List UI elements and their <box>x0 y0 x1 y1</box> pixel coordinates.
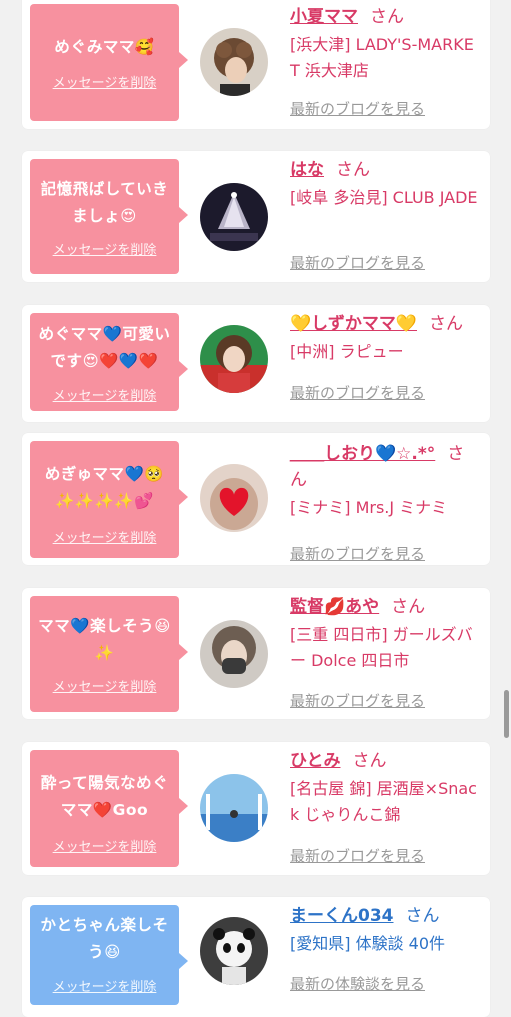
shop-name: [岐阜 多治見] CLUB JADE <box>290 188 478 207</box>
honorific: さん <box>336 160 370 180</box>
message-bubble: ママ💙楽しそう😆✨ メッセージを削除 <box>30 596 188 712</box>
avatar-woman-selfie-image <box>200 325 268 393</box>
message-bubble: めぐみママ🥰 メッセージを削除 <box>30 4 188 121</box>
message-bubble: めぐママ💙可愛いです😍❤️💙❤️ メッセージを削除 <box>30 313 188 411</box>
message-bubble: かとちゃん楽しそう😆 メッセージを削除 <box>30 905 188 1005</box>
honorific: さん <box>429 314 463 334</box>
delete-message-link[interactable]: メッセージを削除 <box>30 676 179 695</box>
sender-info: 監督💋あや さん [三重 四日市] ガールズバー Dolce 四日市 最新のブログ… <box>290 594 480 710</box>
sender-name-link[interactable]: まーくん034 <box>290 906 394 926</box>
sender-info: はな さん [岐阜 多治見] CLUB JADE 最新のブログを見る <box>290 157 480 272</box>
message-text: ママ💙楽しそう😆✨ <box>38 617 171 662</box>
sender-name-link[interactable]: 小夏ママ <box>290 7 358 27</box>
list-item: ママ💙楽しそう😆✨ メッセージを削除 監督💋あや さん [三重 四日市] ガールズ… <box>22 588 490 719</box>
shop-name: [名古屋 錦] 居酒屋×Snack じゃりんこ錦 <box>290 779 477 824</box>
delete-message-link[interactable]: メッセージを削除 <box>30 836 179 855</box>
list-item: めぎゅママ💙🥺✨✨✨✨💕 メッセージを削除 ＿＿しおり💙☆.*° さん [ミナミ]… <box>22 433 490 565</box>
shop-name: [ミナミ] Mrs.J ミナミ <box>290 498 448 517</box>
honorific: さん <box>405 906 440 926</box>
sender-info: 💛しずかママ💛 さん [中洲] ラピュー 最新のブログを見る <box>290 311 480 402</box>
message-bubble: 酔って陽気なめぐママ❤️Goo メッセージを削除 <box>30 750 188 867</box>
message-text: かとちゃん楽しそう😆 <box>40 916 169 961</box>
latest-blog-link[interactable]: 最新のブログを見る <box>290 690 425 711</box>
list-item: 記憶飛ばしていきましょ😍 メッセージを削除 はな さん [岐阜 多治見] CLUB… <box>22 151 490 282</box>
avatar-panda-toy-image <box>200 917 268 985</box>
message-text: 記憶飛ばしていきましょ😍 <box>40 180 169 225</box>
message-bubble: めぎゅママ💙🥺✨✨✨✨💕 メッセージを削除 <box>30 441 188 558</box>
avatar-beach-sky-image <box>200 774 268 842</box>
message-text: 酔って陽気なめぐママ❤️Goo <box>40 774 169 819</box>
sender-name-link[interactable]: 監督💋あや <box>290 597 379 617</box>
latest-blog-link[interactable]: 最新のブログを見る <box>290 845 425 866</box>
sender-name-link[interactable]: 💛しずかママ💛 <box>290 314 417 334</box>
delete-message-link[interactable]: メッセージを削除 <box>30 385 179 404</box>
honorific: さん <box>370 7 404 27</box>
sender-info: ひとみ さん [名古屋 錦] 居酒屋×Snack じゃりんこ錦 最新のブログを見る <box>290 748 480 865</box>
avatar-heart-cover-image <box>200 464 268 532</box>
latest-blog-link[interactable]: 最新のブログを見る <box>290 543 425 564</box>
sender-name-link[interactable]: ＿＿しおり💙☆.*° <box>290 444 435 464</box>
message-text: めぐママ💙可愛いです😍❤️💙❤️ <box>38 325 171 370</box>
avatar-woman-curly-hair-image <box>200 28 268 96</box>
honorific: さん <box>352 751 387 771</box>
latest-review-link[interactable]: 最新の体験談を見る <box>290 973 425 994</box>
sender-info: ＿＿しおり💙☆.*° さん [ミナミ] Mrs.J ミナミ 最新のブログを見る <box>290 441 480 563</box>
avatar[interactable] <box>200 464 268 532</box>
latest-blog-link[interactable]: 最新のブログを見る <box>290 252 425 273</box>
shop-name: [三重 四日市] ガールズバー Dolce 四日市 <box>290 625 473 670</box>
scrollbar[interactable] <box>504 690 509 738</box>
avatar-woman-mask-image <box>200 620 268 688</box>
shop-name: [浜大津] LADY'S-MARKET 浜大津店 <box>290 35 474 80</box>
shop-name: [愛知県] 体験談 40件 <box>290 934 446 953</box>
message-bubble: 記憶飛ばしていきましょ😍 メッセージを削除 <box>30 159 188 274</box>
shop-name: [中洲] ラピュー <box>290 342 404 361</box>
avatar[interactable] <box>200 28 268 96</box>
message-text: めぎゅママ💙🥺✨✨✨✨💕 <box>44 465 165 510</box>
list-item: 酔って陽気なめぐママ❤️Goo メッセージを削除 ひとみ さん [名古屋 錦] 居… <box>22 742 490 875</box>
sender-name-link[interactable]: はな <box>290 160 324 180</box>
list-item: めぐみママ🥰 メッセージを削除 小夏ママ さん [浜大津] LADY'S-MARK… <box>22 0 490 129</box>
delete-message-link[interactable]: メッセージを削除 <box>30 239 179 258</box>
list-item: かとちゃん楽しそう😆 メッセージを削除 まーくん034 さん [愛知県] 体験談 … <box>22 897 490 1017</box>
latest-blog-link[interactable]: 最新のブログを見る <box>290 98 425 119</box>
list-item: めぐママ💙可愛いです😍❤️💙❤️ メッセージを削除 💛しずかママ💛 さん [中洲]… <box>22 305 490 422</box>
avatar[interactable] <box>200 325 268 393</box>
avatar-chandelier-image <box>200 183 268 251</box>
avatar[interactable] <box>200 183 268 251</box>
delete-message-link[interactable]: メッセージを削除 <box>30 72 179 91</box>
avatar[interactable] <box>200 774 268 842</box>
avatar[interactable] <box>200 917 268 985</box>
delete-message-link[interactable]: メッセージを削除 <box>30 976 179 995</box>
avatar[interactable] <box>200 620 268 688</box>
honorific: さん <box>391 597 426 617</box>
sender-info: 小夏ママ さん [浜大津] LADY'S-MARKET 浜大津店 最新のブログを見… <box>290 4 480 118</box>
delete-message-link[interactable]: メッセージを削除 <box>30 527 179 546</box>
sender-name-link[interactable]: ひとみ <box>290 751 341 771</box>
sender-info: まーくん034 さん [愛知県] 体験談 40件 最新の体験談を見る <box>290 903 480 993</box>
latest-blog-link[interactable]: 最新のブログを見る <box>290 382 425 403</box>
message-text: めぐみママ🥰 <box>54 38 155 56</box>
